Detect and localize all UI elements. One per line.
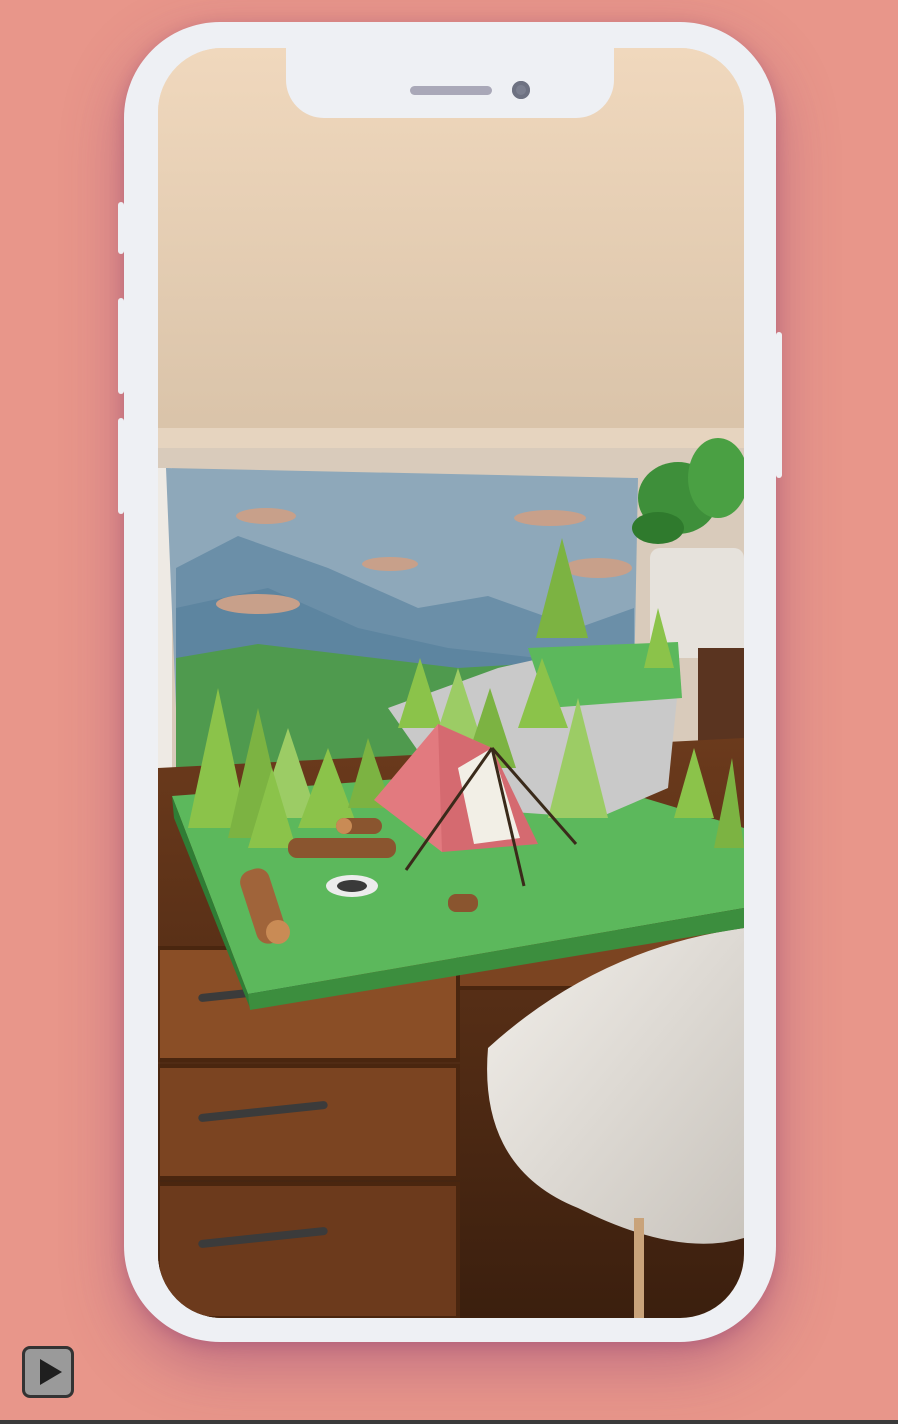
play-icon: [40, 1359, 62, 1385]
speaker-grille: [410, 86, 492, 95]
bottom-border: [0, 1420, 898, 1424]
volume-down-button: [118, 418, 124, 514]
volume-up-button: [118, 298, 124, 394]
play-button[interactable]: [22, 1346, 74, 1398]
ar-scene-illustration: [158, 48, 744, 1318]
power-button: [776, 332, 782, 478]
silent-switch: [118, 202, 124, 254]
phone-frame: [118, 22, 782, 1342]
ar-camera-view[interactable]: [158, 48, 744, 1318]
front-camera: [512, 81, 530, 99]
phone-notch: [286, 42, 614, 118]
stage: [0, 0, 898, 1424]
